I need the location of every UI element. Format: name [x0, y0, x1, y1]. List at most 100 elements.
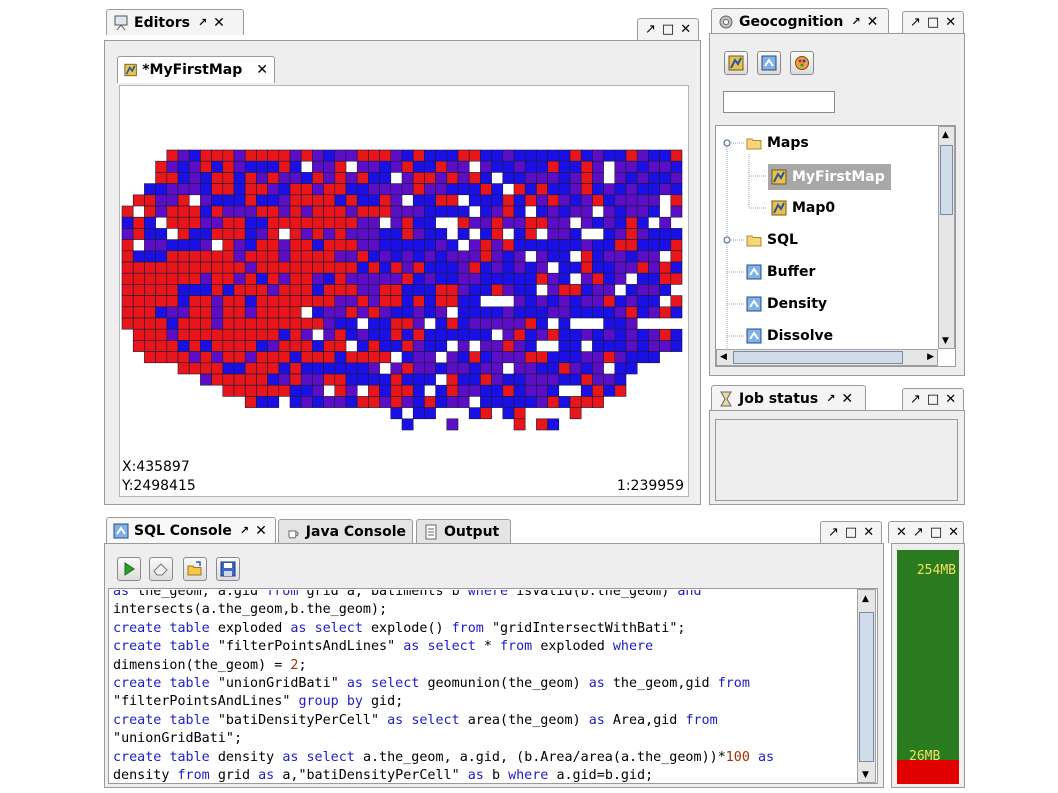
- scroll-down-arrow-icon[interactable]: ▼: [862, 770, 869, 780]
- tab-myfirstmap[interactable]: *MyFirstMap ✕: [117, 56, 275, 83]
- pin-icon[interactable]: ↗: [198, 16, 207, 29]
- geocognition-search-input[interactable]: [723, 91, 835, 113]
- maximize-icon[interactable]: □: [845, 526, 857, 539]
- map-cell: [480, 239, 492, 252]
- close-icon[interactable]: ✕: [867, 14, 879, 30]
- map-cell: [379, 396, 392, 408]
- map-cell: [648, 261, 660, 274]
- map-cell: [300, 373, 313, 386]
- close-icon[interactable]: ✕: [680, 23, 691, 36]
- map-cell: [379, 194, 392, 207]
- tab-job-status[interactable]: Job status ↗ ✕: [711, 385, 866, 411]
- close-icon[interactable]: ✕: [945, 393, 956, 406]
- execute-button[interactable]: [117, 557, 141, 581]
- scroll-right-arrow-icon[interactable]: ▶: [927, 352, 934, 362]
- pin-icon[interactable]: ↗: [851, 15, 860, 28]
- pin-icon[interactable]: ↗: [826, 392, 835, 405]
- maximize-icon[interactable]: □: [930, 526, 942, 539]
- map-cell: [580, 183, 593, 196]
- map-cell: [132, 295, 145, 308]
- scroll-up-arrow-icon[interactable]: ▲: [942, 130, 949, 140]
- maximize-icon[interactable]: □: [927, 393, 939, 406]
- tree-item-dissolve[interactable]: Dissolve: [746, 325, 833, 347]
- map-cell: [592, 295, 604, 308]
- tree-item-map0[interactable]: Map0: [771, 197, 835, 219]
- pin-icon[interactable]: ↗: [910, 16, 921, 29]
- map-cell: [412, 194, 425, 207]
- pin-icon[interactable]: ↗: [645, 23, 656, 36]
- close-icon[interactable]: ✕: [945, 16, 956, 29]
- tree-horizontal-scrollbar[interactable]: ◀ ▶: [716, 349, 938, 366]
- close-icon[interactable]: ✕: [863, 526, 874, 539]
- map-cell: [603, 183, 616, 196]
- tab-sql-console[interactable]: SQL Console ↗ ✕: [106, 517, 276, 543]
- map-cell: [513, 250, 526, 263]
- map-cell: [289, 205, 302, 218]
- map-cell: [121, 205, 134, 218]
- sql-code-area[interactable]: as the_geom, a.gid from grid a, batiment…: [110, 590, 854, 782]
- tab-geocognition[interactable]: Geocognition ↗ ✕: [711, 8, 889, 34]
- scroll-thumb[interactable]: [733, 351, 903, 364]
- tree-item-myfirstmap[interactable]: MyFirstMap: [768, 164, 891, 190]
- tree-folder-maps[interactable]: Maps: [746, 132, 809, 154]
- tree-folder-sql[interactable]: SQL: [746, 229, 798, 251]
- map-cell: [188, 295, 201, 308]
- map-cell: [289, 340, 302, 352]
- map-cell: [132, 261, 145, 274]
- open-file-button[interactable]: [183, 557, 207, 581]
- tree-item-buffer[interactable]: Buffer: [746, 261, 815, 283]
- map-cell: [524, 216, 537, 229]
- new-map-button[interactable]: [724, 51, 748, 75]
- map-cell: [603, 216, 616, 229]
- save-button[interactable]: [216, 557, 240, 581]
- map-cell: [636, 295, 649, 308]
- map-cell: [524, 239, 537, 252]
- map-cell: [446, 351, 459, 364]
- pin-icon[interactable]: ↗: [913, 526, 924, 539]
- tree-vertical-scrollbar[interactable]: ▲ ▼: [938, 126, 955, 349]
- close-icon[interactable]: ✕: [256, 62, 268, 78]
- close-icon[interactable]: ✕: [896, 526, 907, 539]
- maximize-icon[interactable]: □: [927, 16, 939, 29]
- close-icon[interactable]: ✕: [255, 523, 267, 539]
- map-cell: [580, 272, 593, 285]
- close-icon[interactable]: ✕: [948, 526, 959, 539]
- scroll-up-arrow-icon[interactable]: ▲: [862, 594, 869, 604]
- clear-button[interactable]: [149, 557, 173, 581]
- map-cell: [636, 172, 649, 184]
- map-cell: [345, 239, 358, 252]
- map-cell: [289, 306, 302, 319]
- pin-icon[interactable]: ↗: [828, 526, 839, 539]
- map-cell: [166, 216, 179, 229]
- map-cell: [312, 306, 324, 319]
- map-cell: [513, 261, 526, 274]
- tab-editors[interactable]: Editors ↗ ✕: [106, 9, 244, 35]
- scroll-down-arrow-icon[interactable]: ▼: [942, 336, 949, 346]
- map-cell: [177, 340, 190, 352]
- scroll-thumb[interactable]: [940, 145, 953, 215]
- tab-java-console[interactable]: Java Console: [278, 519, 413, 543]
- map-cell: [323, 172, 336, 184]
- close-icon[interactable]: ✕: [213, 15, 225, 31]
- map-cell: [457, 284, 470, 296]
- pin-icon[interactable]: ↗: [910, 393, 921, 406]
- tab-output[interactable]: Output: [416, 519, 511, 543]
- tree-item-density[interactable]: Density: [746, 293, 827, 315]
- scroll-left-arrow-icon[interactable]: ◀: [720, 352, 727, 362]
- scroll-thumb[interactable]: [859, 612, 874, 762]
- map-canvas[interactable]: X:435897 Y:2498415 1:239959: [119, 85, 689, 497]
- map-cell: [312, 194, 324, 207]
- map-cell: [155, 172, 168, 184]
- new-sql-button[interactable]: [757, 51, 781, 75]
- map-cell: [491, 250, 504, 263]
- play-icon: [124, 562, 135, 576]
- map-cell: [670, 205, 683, 218]
- map-cell: [121, 272, 134, 285]
- new-symbol-button[interactable]: [790, 51, 814, 75]
- map-cell: [345, 373, 358, 386]
- sql-vertical-scrollbar[interactable]: ▲ ▼: [857, 589, 876, 783]
- map-cell: [334, 250, 347, 263]
- maximize-icon[interactable]: □: [662, 23, 674, 36]
- pin-icon[interactable]: ↗: [240, 524, 249, 537]
- close-icon[interactable]: ✕: [841, 391, 853, 407]
